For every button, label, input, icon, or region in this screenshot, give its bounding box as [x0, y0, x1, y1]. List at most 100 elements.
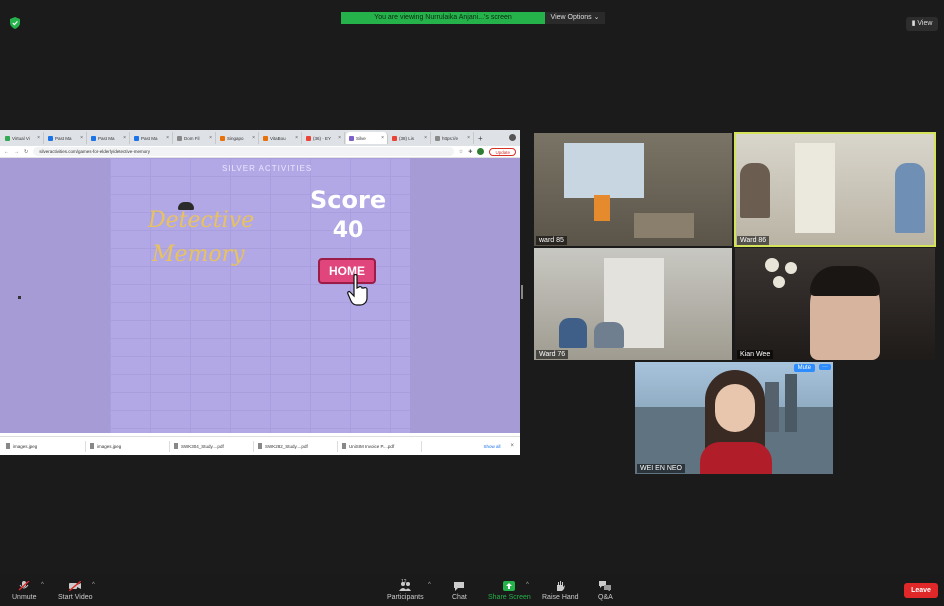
back-icon[interactable]: ←	[4, 149, 9, 155]
score-label: Score	[310, 186, 387, 214]
participant-name: Ward 86	[737, 236, 770, 245]
tab-label: Past Ma	[55, 135, 72, 141]
chevron-up-icon[interactable]: ^	[41, 582, 44, 588]
participant-name: WEI EN NEO	[637, 464, 686, 473]
close-icon[interactable]: ×	[123, 135, 126, 141]
reload-icon[interactable]: ↻	[24, 149, 28, 155]
forward-icon[interactable]: →	[14, 149, 19, 155]
video-tile[interactable]: Kian Wee	[735, 248, 935, 360]
tab-label: Virtual Vi	[12, 135, 30, 141]
tab-label: Past Ma	[98, 135, 115, 141]
download-item[interactable]: images.jpeg	[90, 440, 170, 452]
close-icon[interactable]: ×	[252, 135, 255, 141]
person-image	[715, 384, 755, 432]
chat-button[interactable]: Chat	[452, 581, 467, 601]
download-item[interactable]: images.jpeg	[6, 440, 86, 452]
raise-hand-button[interactable]: Raise Hand	[542, 581, 579, 601]
building-image	[785, 374, 797, 432]
mute-button[interactable]: Mute	[793, 364, 815, 372]
file-icon	[174, 443, 178, 449]
tab-label: https://e	[442, 135, 459, 141]
video-tile-active-speaker[interactable]: Ward 86	[734, 132, 936, 247]
tab-label: (36) · EY	[313, 135, 332, 141]
more-options-button[interactable]: ···	[819, 364, 831, 370]
participants-button[interactable]: 12 Participants	[387, 579, 424, 601]
person-image	[740, 163, 770, 218]
detective-memory-game: SILVER ACTIVITIES Detective Memory Score…	[110, 158, 410, 433]
game-title-line1: Detective	[148, 208, 255, 233]
browser-tab[interactable]: Virtual Vi ×	[2, 132, 44, 144]
browser-tab[interactable]: Past Ma ×	[45, 132, 87, 144]
shared-screen: Virtual Vi × Past Ma × Past Ma × Past Ma × D…	[0, 130, 520, 455]
view-button[interactable]: ▮ View	[906, 17, 938, 31]
browser-tab[interactable]: Dom Fil ×	[174, 132, 216, 144]
start-video-button[interactable]: Start Video	[58, 581, 93, 601]
qa-label: Q&A	[598, 594, 613, 601]
lamp-image	[785, 262, 797, 274]
download-item[interactable]: SWK304_Study....pdf	[174, 440, 254, 452]
browser-tab[interactable]: https://e ×	[432, 132, 474, 144]
browser-tab[interactable]: VitaBou ×	[260, 132, 302, 144]
shield-icon[interactable]	[10, 17, 20, 29]
new-tab-icon[interactable]: +	[478, 134, 483, 143]
file-icon	[342, 443, 346, 449]
meeting-toolbar: Unmute ^ Start Video ^ 12 Participants ^…	[0, 574, 944, 606]
tab-label: Past Ma	[141, 135, 158, 141]
close-icon[interactable]: ×	[467, 135, 470, 141]
tab-search-icon[interactable]	[509, 134, 516, 141]
download-item[interactable]: SWK282_Study....pdf	[258, 440, 338, 452]
file-icon	[258, 443, 262, 449]
unmute-button[interactable]: Unmute	[12, 581, 37, 601]
update-button[interactable]: Update	[489, 147, 516, 156]
building-image	[765, 382, 779, 432]
show-all-downloads-link[interactable]: Show all	[483, 444, 500, 449]
qa-button[interactable]: Q&A	[598, 581, 613, 601]
view-options-button[interactable]: View Options ⌄	[545, 12, 605, 24]
close-icon[interactable]: ×	[166, 135, 169, 141]
leave-button[interactable]: Leave	[904, 583, 938, 598]
tab-favicon-icon	[48, 135, 53, 141]
participant-name: Kian Wee	[737, 350, 774, 359]
download-filename: SWK282_Study....pdf	[265, 443, 308, 449]
chevron-up-icon[interactable]: ^	[92, 582, 95, 588]
video-tile[interactable]: Mute ··· WEI EN NEO	[635, 362, 833, 474]
close-icon[interactable]: ×	[381, 135, 384, 141]
browser-tab[interactable]: Singapo ×	[217, 132, 259, 144]
video-tile[interactable]: Ward 76	[534, 248, 732, 360]
tab-label: VitaBou	[270, 135, 286, 141]
chevron-up-icon[interactable]: ^	[526, 582, 529, 588]
person-image	[895, 163, 925, 233]
browser-tab[interactable]: Past Ma ×	[131, 132, 173, 144]
screen-share-banner: You are viewing Nurrulaika Anjani...'s s…	[341, 12, 545, 24]
bookmark-star-icon[interactable]: ☆	[459, 149, 463, 155]
browser-tab-bar: Virtual Vi × Past Ma × Past Ma × Past Ma × D…	[0, 130, 520, 146]
chair-image	[594, 195, 610, 221]
tab-label: (38) Lis	[399, 135, 415, 141]
browser-tab-active[interactable]: Silve ×	[346, 132, 388, 144]
video-tile[interactable]: ward 85	[534, 133, 732, 246]
close-icon[interactable]: ×	[80, 135, 83, 141]
corridor-image	[795, 143, 835, 233]
participants-label: Participants	[387, 594, 424, 601]
browser-tab[interactable]: Past Ma ×	[88, 132, 130, 144]
close-icon[interactable]: ×	[510, 443, 514, 449]
tab-label: Singapo	[227, 135, 244, 141]
share-screen-button[interactable]: Share Screen	[488, 581, 531, 601]
extensions-icon[interactable]: ✚	[468, 149, 472, 155]
close-icon[interactable]: ×	[424, 135, 427, 141]
close-icon[interactable]: ×	[37, 135, 40, 141]
close-icon[interactable]: ×	[295, 135, 298, 141]
close-icon[interactable]: ×	[338, 135, 341, 141]
chevron-up-icon[interactable]: ^	[428, 582, 431, 588]
browser-tab[interactable]: (36) · EY ×	[303, 132, 345, 144]
split-view-handle[interactable]	[521, 285, 523, 299]
close-icon[interactable]: ×	[209, 135, 212, 141]
url-field[interactable]: silveractivities.com/games-for-elderly/d…	[33, 147, 454, 156]
tab-favicon-icon	[91, 135, 96, 141]
profile-avatar[interactable]	[477, 148, 485, 155]
download-item[interactable]: UniSIM Invoice P....pdf	[342, 440, 422, 452]
browser-tab[interactable]: (38) Lis ×	[389, 132, 431, 144]
lamp-image	[765, 258, 779, 272]
video-camera-off-icon	[69, 581, 82, 591]
pointing-hand-icon	[347, 274, 368, 306]
